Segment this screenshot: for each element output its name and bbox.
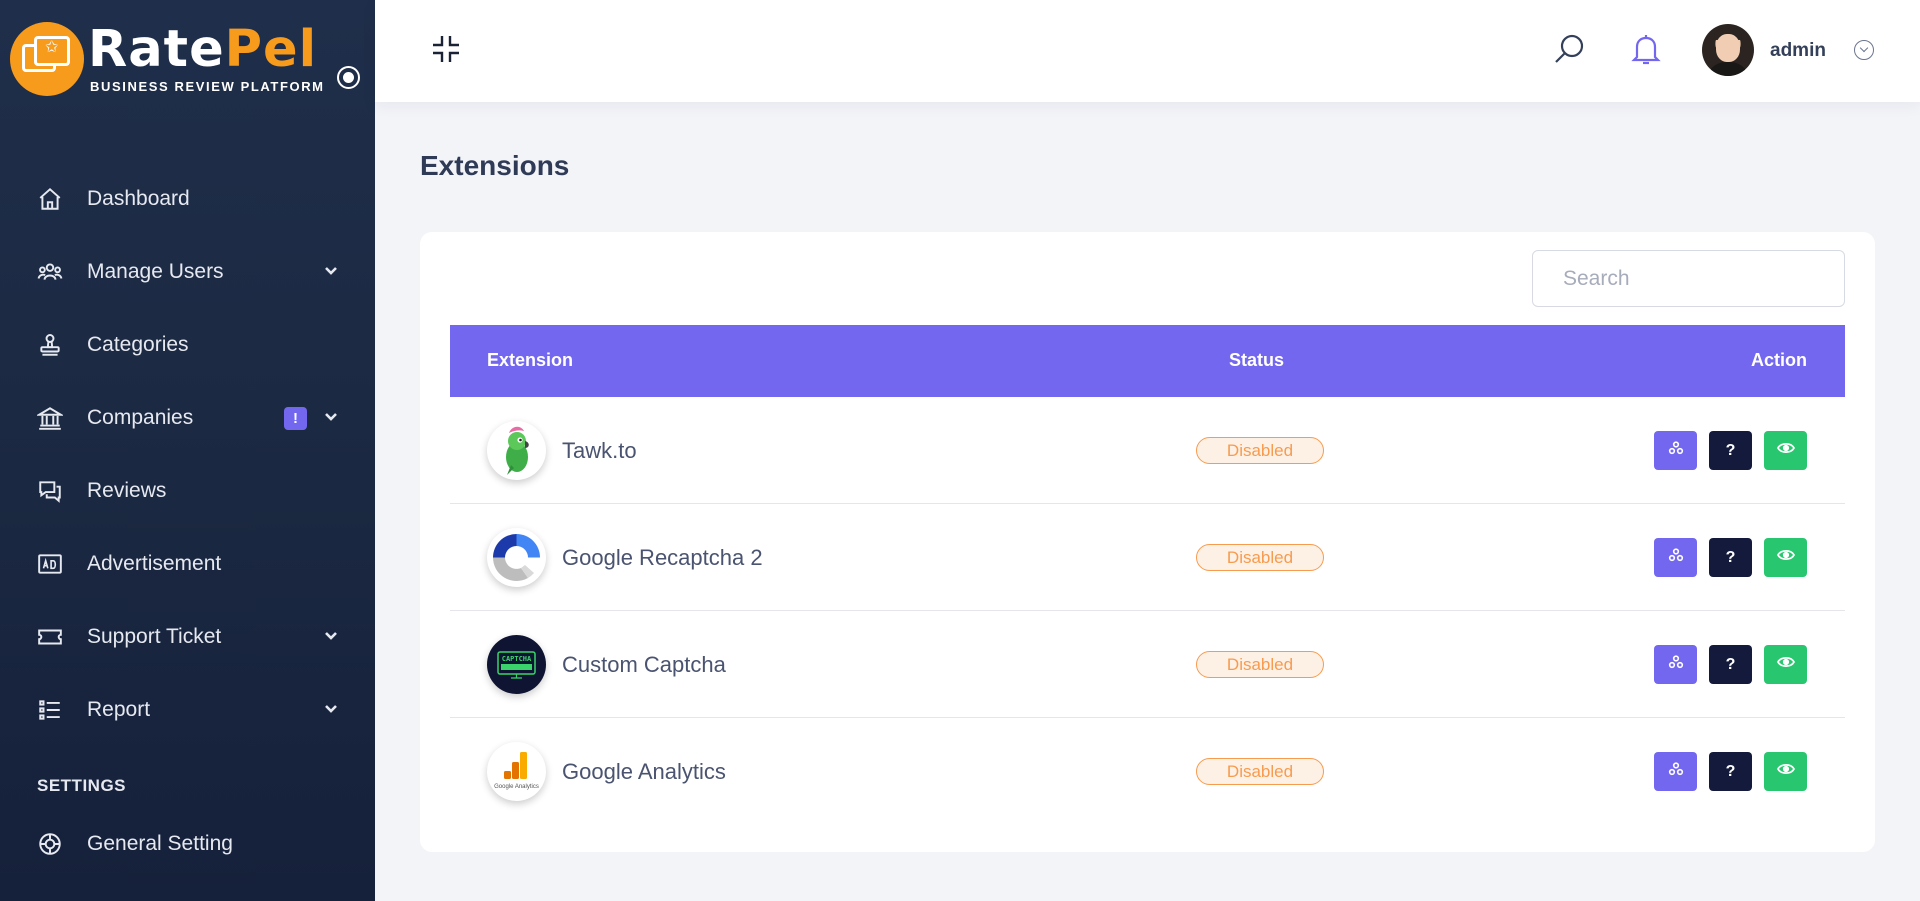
settings-icon	[37, 831, 63, 857]
chevron-down-circle-icon[interactable]	[1854, 40, 1874, 60]
question-icon: ?	[1725, 441, 1736, 459]
question-icon: ?	[1725, 548, 1736, 566]
alert-badge: !	[284, 407, 307, 430]
bank-icon	[37, 405, 63, 431]
configure-button[interactable]	[1654, 431, 1697, 470]
brand-name-part2: Pel	[224, 20, 318, 79]
chat-icon	[37, 478, 63, 504]
sidebar-item-label: Support Ticket	[87, 624, 222, 648]
avatar[interactable]	[1702, 24, 1754, 76]
cogs-icon	[1668, 761, 1684, 782]
sidebar-item-label: Dashboard	[87, 186, 190, 210]
sidebar-menu: Dashboard Manage Users Categories Compan…	[0, 162, 375, 746]
help-button[interactable]: ?	[1709, 538, 1752, 577]
question-icon: ?	[1725, 762, 1736, 780]
sidebar-item-label: Advertisement	[87, 551, 222, 575]
extensions-card: Extension Status Action Tawk.to Disabled…	[420, 232, 1875, 852]
view-button[interactable]	[1764, 645, 1807, 684]
column-header-extension: Extension	[487, 350, 574, 370]
help-button[interactable]: ?	[1709, 645, 1752, 684]
page-title: Extensions	[420, 150, 570, 181]
view-button[interactable]	[1764, 538, 1807, 577]
column-header-status: Status	[1229, 350, 1285, 370]
eye-icon	[1776, 655, 1795, 674]
chevron-down-icon	[323, 701, 339, 722]
ad-icon	[37, 551, 63, 577]
stamp-icon	[37, 332, 63, 358]
home-icon	[37, 186, 63, 212]
users-icon	[37, 259, 63, 285]
custom-captcha-icon: CAPTCHA	[487, 635, 546, 694]
brand-tagline: BUSINESS REVIEW PLATFORM	[90, 79, 325, 94]
bell-icon[interactable]	[1630, 32, 1662, 66]
question-icon: ?	[1725, 655, 1736, 673]
settings-section-label: SETTINGS	[37, 776, 127, 795]
configure-button[interactable]	[1654, 538, 1697, 577]
sidebar-item-advertisement[interactable]: Advertisement	[0, 527, 375, 600]
chevron-down-icon	[323, 409, 339, 430]
status-badge: Disabled	[1196, 437, 1324, 464]
cogs-icon	[1668, 547, 1684, 568]
search-icon[interactable]	[1553, 32, 1587, 66]
configure-button[interactable]	[1654, 752, 1697, 791]
extension-name: Google Analytics	[562, 759, 726, 784]
sidebar-item-label: Manage Users	[87, 259, 224, 283]
ratepel-logo-icon: ✩	[10, 22, 84, 96]
analytics-logo-text: Google Analytics	[494, 784, 539, 790]
view-button[interactable]	[1764, 752, 1807, 791]
table-row: Tawk.to Disabled ?	[450, 397, 1845, 504]
sidebar-toggle-button[interactable]	[337, 66, 360, 89]
sidebar-item-general-setting[interactable]: General Setting	[0, 807, 375, 880]
sidebar: ✩ RatePel BUSINESS REVIEW PLATFORM Dashb…	[0, 0, 375, 901]
brand-name-part1: Rate	[88, 20, 225, 79]
sidebar-item-label: Reviews	[87, 478, 167, 502]
cogs-icon	[1668, 654, 1684, 675]
recaptcha-icon	[487, 528, 546, 587]
table-row: Google Recaptcha 2 Disabled ?	[450, 504, 1845, 611]
extension-name: Tawk.to	[562, 438, 637, 463]
chevron-down-icon	[323, 628, 339, 649]
ticket-icon	[37, 624, 63, 650]
sidebar-item-categories[interactable]: Categories	[0, 308, 375, 381]
fullscreen-collapse-icon[interactable]	[431, 34, 461, 64]
eye-icon	[1776, 762, 1795, 781]
google-analytics-icon: Google Analytics	[487, 742, 546, 801]
sidebar-item-label: General Setting	[87, 831, 233, 855]
sidebar-item-label: Companies	[87, 405, 194, 429]
sidebar-item-companies[interactable]: Companies !	[0, 381, 375, 454]
status-badge: Disabled	[1196, 544, 1324, 571]
tawkto-parrot-icon	[487, 421, 546, 480]
configure-button[interactable]	[1654, 645, 1697, 684]
captcha-logo-text: CAPTCHA	[502, 655, 532, 663]
sidebar-item-reviews[interactable]: Reviews	[0, 454, 375, 527]
search-input[interactable]	[1532, 250, 1845, 307]
status-badge: Disabled	[1196, 651, 1324, 678]
eye-icon	[1776, 441, 1795, 460]
list-icon	[37, 697, 63, 723]
user-name[interactable]: admin	[1770, 40, 1826, 62]
table-header: Extension Status Action	[450, 325, 1845, 397]
brand[interactable]: ✩ RatePel BUSINESS REVIEW PLATFORM	[10, 20, 370, 100]
chevron-down-icon	[323, 263, 339, 284]
view-button[interactable]	[1764, 431, 1807, 470]
sidebar-item-manage-users[interactable]: Manage Users	[0, 235, 375, 308]
top-bar: admin	[375, 0, 1920, 102]
extension-name: Google Recaptcha 2	[562, 545, 763, 570]
cogs-icon	[1668, 440, 1684, 461]
sidebar-item-dashboard[interactable]: Dashboard	[0, 162, 375, 235]
sidebar-item-report[interactable]: Report	[0, 673, 375, 746]
table-row: CAPTCHA Custom Captcha Disabled ?	[450, 611, 1845, 718]
help-button[interactable]: ?	[1709, 752, 1752, 791]
extension-name: Custom Captcha	[562, 652, 726, 677]
sidebar-item-support-ticket[interactable]: Support Ticket	[0, 600, 375, 673]
sidebar-item-label: Categories	[87, 332, 189, 356]
table-row: Google Analytics Google Analytics Disabl…	[450, 718, 1845, 825]
brand-name: RatePel	[88, 20, 317, 79]
sidebar-item-label: Report	[87, 697, 151, 721]
help-button[interactable]: ?	[1709, 431, 1752, 470]
column-header-action: Action	[1751, 350, 1807, 370]
eye-icon	[1776, 548, 1795, 567]
status-badge: Disabled	[1196, 758, 1324, 785]
